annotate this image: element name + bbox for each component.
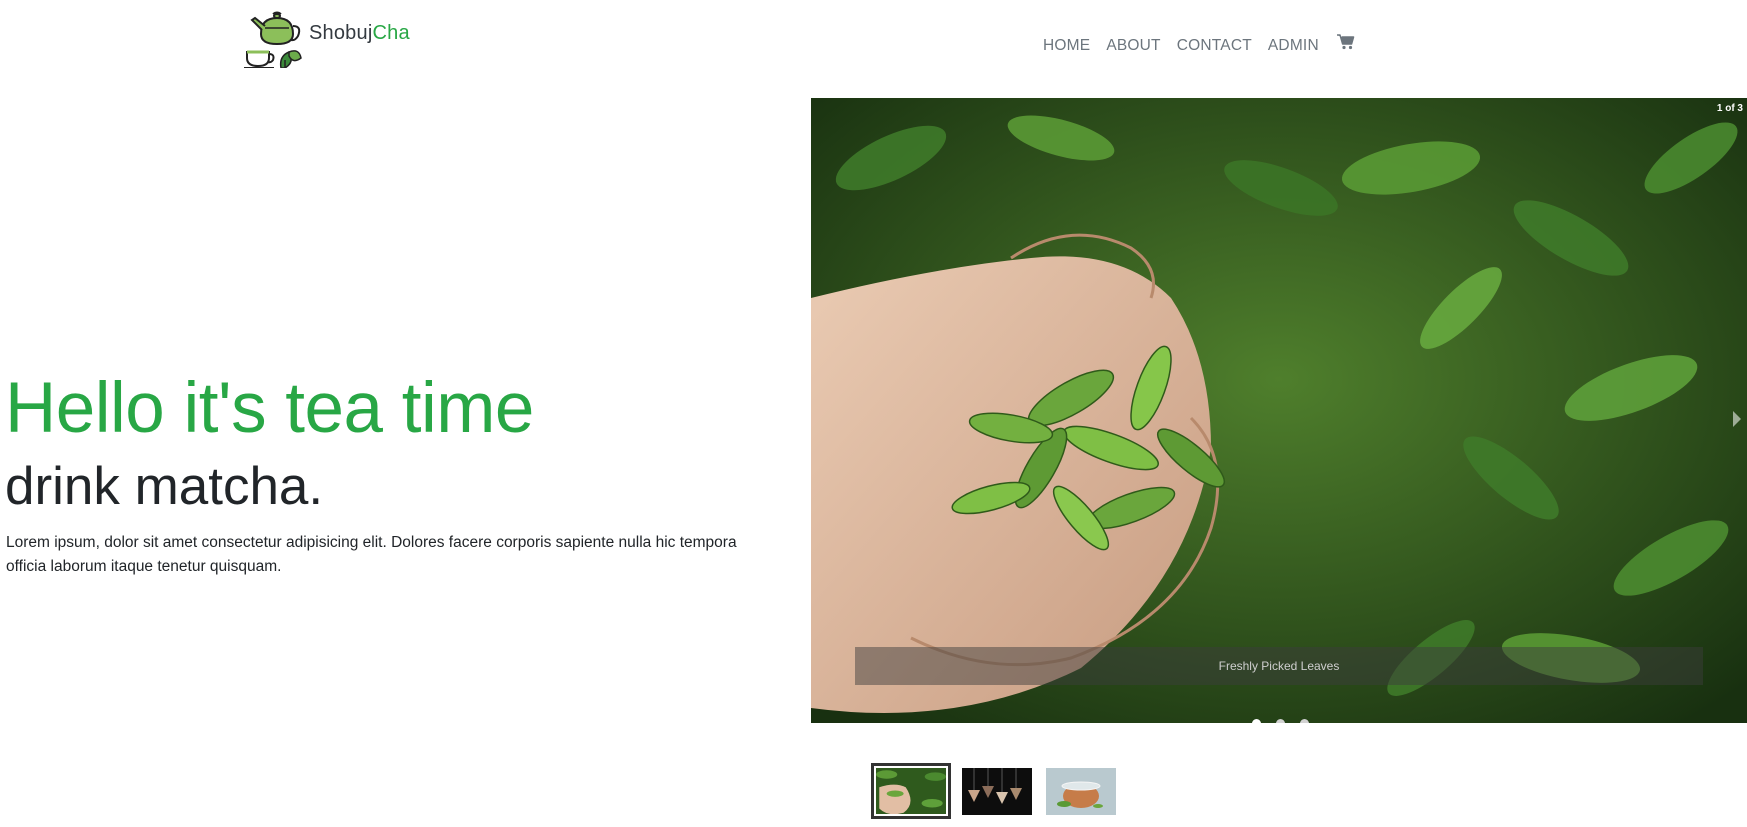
teapot-cup-logo — [244, 11, 302, 68]
carousel-dot-2[interactable] — [1276, 719, 1285, 723]
nav-contact[interactable]: CONTACT — [1177, 37, 1252, 55]
slide-counter: 1 of 3 — [1716, 103, 1743, 114]
slide-image-hands-with-tea-leaves — [811, 98, 1747, 723]
thumbnail-3[interactable] — [1046, 767, 1116, 815]
slide-caption: Freshly Picked Leaves — [855, 647, 1703, 685]
hero-title: Hello it's tea time — [5, 369, 534, 448]
nav-about[interactable]: ABOUT — [1106, 37, 1160, 55]
chevron-right-icon[interactable] — [1733, 411, 1741, 427]
carousel-thumbnails — [871, 763, 1130, 819]
shopping-cart-icon[interactable] — [1336, 34, 1355, 55]
hero-subtitle: drink matcha. — [5, 457, 324, 516]
main-nav: HOME ABOUT CONTACT ADMIN — [1043, 34, 1355, 55]
image-carousel[interactable]: 1 of 3 Freshly Picked Leaves — [811, 98, 1747, 723]
brand-logo-link[interactable]: ShobujCha — [243, 6, 410, 70]
thumbnail-2[interactable] — [962, 767, 1032, 815]
nav-admin[interactable]: ADMIN — [1268, 37, 1319, 55]
brand-name: ShobujCha — [309, 21, 410, 44]
carousel-dot-1[interactable] — [1252, 719, 1261, 723]
carousel-indicators — [1252, 719, 1324, 723]
slide-caption-text: Freshly Picked Leaves — [1218, 659, 1340, 673]
thumbnail-1[interactable] — [871, 763, 951, 819]
hero-description: Lorem ipsum, dolor sit amet consectetur … — [6, 534, 737, 575]
carousel-dot-3[interactable] — [1300, 719, 1309, 723]
nav-home[interactable]: HOME — [1043, 37, 1090, 55]
